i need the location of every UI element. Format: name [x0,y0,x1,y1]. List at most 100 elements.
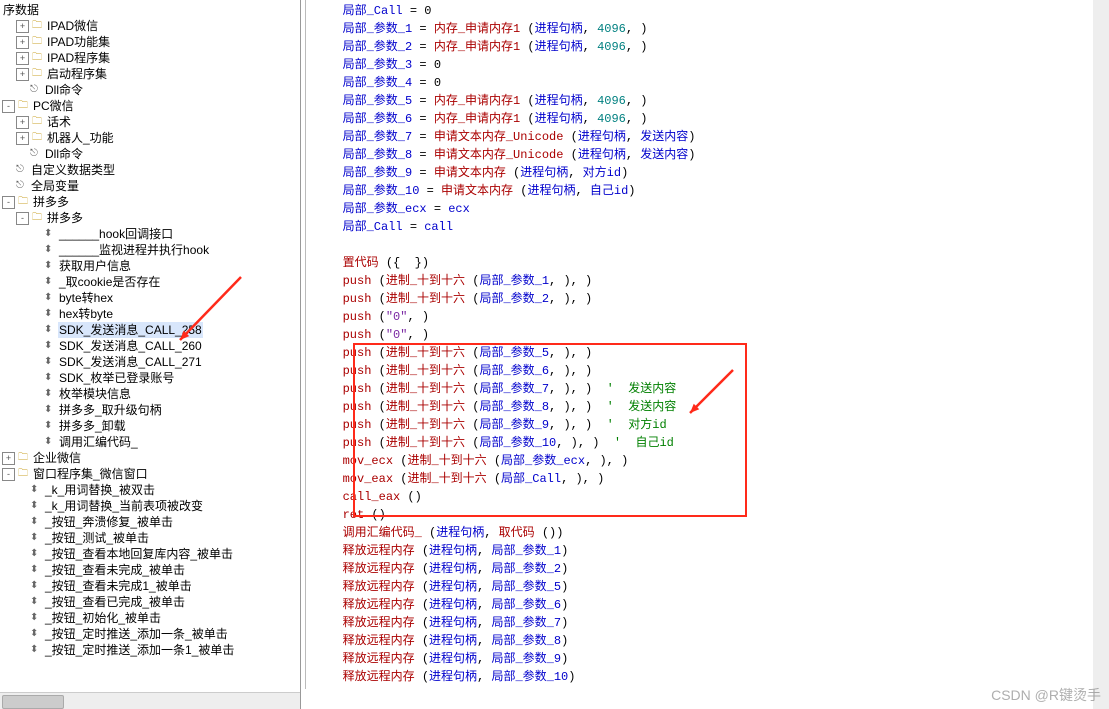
tree-item-14[interactable]: ⬍______监视进程并执行hook [2,242,300,258]
tree-item-24[interactable]: ⬍拼多多_取升级句柄 [2,402,300,418]
code-line[interactable]: 局部_Call = call [321,218,1109,236]
sub-icon: ⬍ [30,482,44,498]
tree-item-31[interactable]: ⬍_按钮_奔溃修复_被单击 [2,514,300,530]
tree-hscrollbar[interactable] [0,692,300,709]
tree-item-0[interactable]: +🗀IPAD微信 [2,18,300,34]
tree-item-5[interactable]: -🗀PC微信 [2,98,300,114]
code-line[interactable]: push (进制_十到十六 (局部_参数_7, ), ) ' 发送内容 [321,380,1109,398]
code-line[interactable]: push (进制_十到十六 (局部_参数_1, ), ) [321,272,1109,290]
tree-item-30[interactable]: ⬍_k_用词替换_当前表项被改变 [2,498,300,514]
code-line[interactable]: 局部_Call = 0 [321,2,1109,20]
code-line[interactable]: 局部_参数_4 = 0 [321,74,1109,92]
code-line[interactable]: 局部_参数_10 = 申请文本内存 (进程句柄, 自己id) [321,182,1109,200]
tree-item-28[interactable]: -🗀窗口程序集_微信窗口 [2,466,300,482]
tree-item-38[interactable]: ⬍_按钮_定时推送_添加一条_被单击 [2,626,300,642]
code-line[interactable]: 局部_参数_7 = 申请文本内存_Unicode (进程句柄, 发送内容) [321,128,1109,146]
project-tree-panel[interactable]: 序数据+🗀IPAD微信+🗀IPAD功能集+🗀IPAD程序集+🗀启动程序集⎋Dll… [0,0,301,709]
expand-icon[interactable]: + [16,116,29,129]
code-line[interactable]: 释放远程内存 (进程句柄, 局部_参数_1) [321,542,1109,560]
code-line[interactable]: 置代码 ({ }) [321,254,1109,272]
sub-icon: ⬍ [30,498,44,514]
code-line[interactable]: ret () [321,506,1109,524]
expand-icon[interactable]: + [2,452,15,465]
code-line[interactable]: 局部_参数_8 = 申请文本内存_Unicode (进程句柄, 发送内容) [321,146,1109,164]
code-line[interactable]: push ("0", ) [321,326,1109,344]
code-line[interactable]: 释放远程内存 (进程句柄, 局部_参数_7) [321,614,1109,632]
tree-item-25[interactable]: ⬍拼多多_卸载 [2,418,300,434]
code-line[interactable]: 释放远程内存 (进程句柄, 局部_参数_2) [321,560,1109,578]
tree-item-26[interactable]: ⬍调用汇编代码_ [2,434,300,450]
tree-item-34[interactable]: ⬍_按钮_查看未完成_被单击 [2,562,300,578]
code-line[interactable]: 局部_参数_1 = 内存_申请内存1 (进程句柄, 4096, ) [321,20,1109,38]
code-line[interactable]: push ("0", ) [321,308,1109,326]
code-editor-panel[interactable]: 局部_Call = 0 局部_参数_1 = 内存_申请内存1 (进程句柄, 40… [301,0,1109,709]
tree-item-29[interactable]: ⬍_k_用词替换_被双击 [2,482,300,498]
tree-item-7[interactable]: +🗀机器人_功能 [2,130,300,146]
tree-item-8[interactable]: ⎋Dll命令 [2,146,300,162]
code-line[interactable]: 释放远程内存 (进程句柄, 局部_参数_8) [321,632,1109,650]
tree-item-33[interactable]: ⬍_按钮_查看本地回复库内容_被单击 [2,546,300,562]
code-line[interactable]: push (进制_十到十六 (局部_参数_8, ), ) ' 发送内容 [321,398,1109,416]
tree-item-37[interactable]: ⬍_按钮_初始化_被单击 [2,610,300,626]
tree-item-1[interactable]: +🗀IPAD功能集 [2,34,300,50]
expand-icon[interactable]: - [2,468,15,481]
tree-item-15[interactable]: ⬍获取用户信息 [2,258,300,274]
tree-item-3[interactable]: +🗀启动程序集 [2,66,300,82]
code-line[interactable]: 局部_参数_6 = 内存_申请内存1 (进程句柄, 4096, ) [321,110,1109,128]
code-line[interactable]: 释放远程内存 (进程句柄, 局部_参数_9) [321,650,1109,668]
tree-item-4[interactable]: ⎋Dll命令 [2,82,300,98]
expand-icon[interactable]: - [2,100,15,113]
expand-icon[interactable]: - [16,212,29,225]
expand-icon[interactable]: + [16,20,29,33]
tree-item-label: 拼多多_取升级句柄 [58,402,163,418]
tree-item-35[interactable]: ⬍_按钮_查看未完成1_被单击 [2,578,300,594]
tree-item-11[interactable]: -🗀拼多多 [2,194,300,210]
tree-item-9[interactable]: ⎋自定义数据类型 [2,162,300,178]
tree-item-2[interactable]: +🗀IPAD程序集 [2,50,300,66]
code-line[interactable]: 释放远程内存 (进程句柄, 局部_参数_6) [321,596,1109,614]
expand-icon[interactable]: + [16,36,29,49]
expand-icon[interactable]: + [16,132,29,145]
folder-icon: 🗀 [32,66,46,82]
code-line[interactable]: 释放远程内存 (进程句柄, 局部_参数_5) [321,578,1109,596]
tree-item-17[interactable]: ⬍byte转hex [2,290,300,306]
tree-item-20[interactable]: ⬍SDK_发送消息_CALL_260 [2,338,300,354]
expand-icon[interactable]: - [2,196,15,209]
tree-item-27[interactable]: +🗀企业微信 [2,450,300,466]
code-line[interactable]: 局部_参数_ecx = ecx [321,200,1109,218]
code-vscrollbar[interactable] [1093,0,1109,709]
code-line[interactable]: 局部_参数_9 = 申请文本内存 (进程句柄, 对方id) [321,164,1109,182]
code-line[interactable]: mov_ecx (进制_十到十六 (局部_参数_ecx, ), ) [321,452,1109,470]
code-line[interactable]: 局部_参数_2 = 内存_申请内存1 (进程句柄, 4096, ) [321,38,1109,56]
expand-icon[interactable]: + [16,68,29,81]
tree-item-23[interactable]: ⬍枚举模块信息 [2,386,300,402]
code-line[interactable]: mov_eax (进制_十到十六 (局部_Call, ), ) [321,470,1109,488]
tree-item-6[interactable]: +🗀话术 [2,114,300,130]
code-line[interactable]: push (进制_十到十六 (局部_参数_2, ), ) [321,290,1109,308]
code-line[interactable]: 局部_参数_3 = 0 [321,56,1109,74]
code-line[interactable]: push (进制_十到十六 (局部_参数_10, ), ) ' 自己id [321,434,1109,452]
code-line[interactable]: 调用汇编代码_ (进程句柄, 取代码 ()) [321,524,1109,542]
tree-item-12[interactable]: -🗀拼多多 [2,210,300,226]
tree-item-16[interactable]: ⬍_取cookie是否存在 [2,274,300,290]
code-line[interactable]: push (进制_十到十六 (局部_参数_9, ), ) ' 对方id [321,416,1109,434]
tree-item-label: SDK_发送消息_CALL_260 [58,338,203,354]
tree-item-32[interactable]: ⬍_按钮_测试_被单击 [2,530,300,546]
tree-item-19[interactable]: ⬍SDK_发送消息_CALL_258 [2,322,300,338]
code-line[interactable]: push (进制_十到十六 (局部_参数_5, ), ) [321,344,1109,362]
code-line[interactable]: push (进制_十到十六 (局部_参数_6, ), ) [321,362,1109,380]
code-line[interactable]: 局部_参数_5 = 内存_申请内存1 (进程句柄, 4096, ) [321,92,1109,110]
expand-icon[interactable]: + [16,52,29,65]
code-line[interactable] [321,236,1109,254]
tree-item-36[interactable]: ⬍_按钮_查看已完成_被单击 [2,594,300,610]
code-line[interactable]: call_eax () [321,488,1109,506]
folder-icon: 🗀 [32,130,46,146]
tree-item-label: IPAD微信 [46,18,99,34]
code-line[interactable]: 释放远程内存 (进程句柄, 局部_参数_10) [321,668,1109,686]
tree-item-39[interactable]: ⬍_按钮_定时推送_添加一条1_被单击 [2,642,300,658]
tree-item-18[interactable]: ⬍hex转byte [2,306,300,322]
tree-item-22[interactable]: ⬍SDK_枚举已登录账号 [2,370,300,386]
tree-item-10[interactable]: ⎋全局变量 [2,178,300,194]
tree-item-21[interactable]: ⬍SDK_发送消息_CALL_271 [2,354,300,370]
tree-item-13[interactable]: ⬍______hook回调接口 [2,226,300,242]
